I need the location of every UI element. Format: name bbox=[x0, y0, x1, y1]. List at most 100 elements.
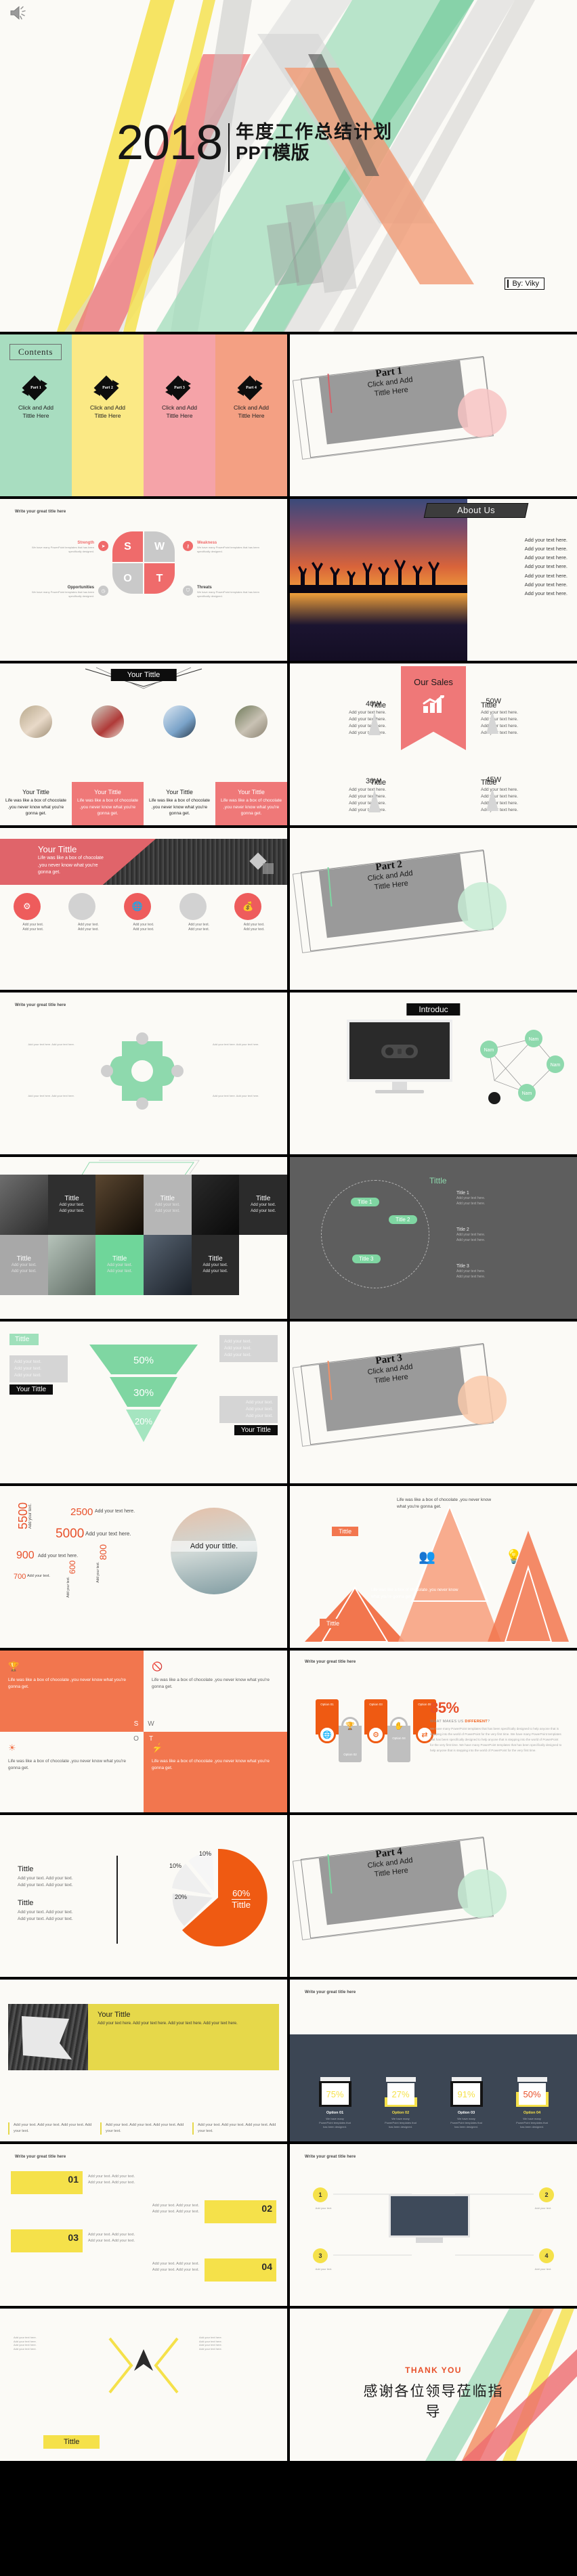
numbered-row[interactable]: 04 Add your text. Add your text. Add you… bbox=[11, 2258, 276, 2282]
camera-text-cell[interactable]: Tittle Add your text. Add your text. bbox=[143, 1175, 192, 1235]
gear-icon: ⚙ bbox=[13, 893, 41, 920]
people-card-body: Life was like a box of chocolate ,you ne… bbox=[5, 798, 66, 816]
monitor-base bbox=[375, 1090, 424, 1093]
numbered-row[interactable]: 02 Add your text. Add your text. Add you… bbox=[11, 2200, 276, 2223]
people-card[interactable]: Your Tittle Life was like a box of choco… bbox=[215, 781, 287, 825]
people-card-title: Your Tittle bbox=[238, 788, 265, 795]
dark-item-body: Add your text here. Add your text here. bbox=[456, 1196, 486, 1206]
slide-our-sales[interactable]: Our Sales Tittle Add your text here. Add… bbox=[290, 663, 577, 825]
slide-cover[interactable]: 2018 年度工作总结计划 PPT模版 By: Viky bbox=[0, 0, 577, 332]
dark-pill-2[interactable]: Title 2 bbox=[389, 1215, 417, 1224]
slide-divider-part4[interactable]: Part 4 Click and Add Tittle Here bbox=[290, 1815, 577, 1977]
camera-text-cell[interactable]: Tittle Add your text. Add your text. bbox=[191, 1235, 240, 1295]
slide-people[interactable]: Your Tittle Your Tittle Life was like a … bbox=[0, 663, 287, 825]
process-node[interactable]: Add your text. Add your text. bbox=[179, 893, 219, 932]
people-card[interactable]: Your Tittle Life was like a box of choco… bbox=[72, 781, 144, 825]
slide-buckets[interactable]: Write your great title here 75% Option 0… bbox=[290, 1980, 577, 2141]
numbered-row[interactable]: 03 Add your text. Add your text. Add you… bbox=[11, 2229, 276, 2252]
orange-quad-body: Life was like a box of chocolate ,you ne… bbox=[8, 1758, 126, 1770]
slide-divider-part1[interactable]: Part 1 Click and Add Tittle Here bbox=[290, 334, 577, 496]
slide-imac-network[interactable]: Write your great title here 1 2 3 4 Add … bbox=[290, 2144, 577, 2306]
slide-orange-quad[interactable]: 🏆 Life was like a box of chocolate ,you … bbox=[0, 1651, 287, 1812]
camera-text-cell[interactable]: Tittle Add your text. Add your text. bbox=[0, 1235, 48, 1295]
slide-contents[interactable]: Part 1 Click and Add Tittle Here Part 2 … bbox=[0, 334, 287, 496]
slide-pie-chart[interactable]: Tittle Add your text. Add your text. Add… bbox=[0, 1815, 287, 1977]
slide-wood-yellow[interactable]: Your Tittle Add your text here. Add your… bbox=[0, 1980, 287, 2141]
forbidden-icon: 🚫 bbox=[152, 1661, 163, 1672]
network-node-2[interactable]: 2 bbox=[539, 2187, 554, 2202]
slide-process[interactable]: Your Tittle Life was like a box of choco… bbox=[0, 828, 287, 990]
process-node[interactable]: Add your text. Add your text. bbox=[68, 893, 108, 932]
slide-thank-you[interactable]: THANK YOU 感谢各位领导莅临指导 bbox=[290, 2309, 577, 2461]
process-node[interactable]: 💰 Add your text. Add your text. bbox=[234, 893, 274, 932]
chevron-caption-left: Add your text here. Add your text here. Ad… bbox=[14, 2336, 37, 2351]
camera-text-cell[interactable]: Tittle Add your text. Add your text. bbox=[239, 1175, 287, 1235]
slide-about-us[interactable]: About Us Add your text here. Add your te… bbox=[290, 499, 577, 661]
process-node[interactable]: 🌐 Add your text. Add your text. bbox=[123, 893, 163, 932]
slide-divider-part3[interactable]: Part 3 Click and Add Tittle Here bbox=[290, 1322, 577, 1483]
camera-text-cell[interactable]: Tittle Add your text. Add your text. bbox=[47, 1175, 96, 1235]
funnel-left-tag: Your Tittle bbox=[9, 1384, 54, 1395]
contents-col-2[interactable]: Part 2 Click and Add Tittle Here bbox=[72, 334, 144, 496]
orange-quad-cell-3[interactable]: ☀ Life was like a box of chocolate ,you … bbox=[0, 1731, 144, 1812]
slide-funnel[interactable]: Tittle 50% 30% 20% Add your text. Add yo… bbox=[0, 1322, 287, 1483]
swot-body: We have many PowerPoint templates that h… bbox=[32, 546, 94, 553]
contents-col-3[interactable]: Part 3 Click and Add Tittle Here bbox=[144, 334, 215, 496]
bucket-item[interactable]: 27% Option 02 We have many PowerPoint te… bbox=[384, 2077, 417, 2129]
option-ribbon-4[interactable]: ✋ Option 04 bbox=[387, 1717, 410, 1762]
pie-vertical-rule bbox=[116, 1856, 118, 1944]
option-ribbon-2[interactable]: 🏆 Option 02 bbox=[339, 1717, 362, 1762]
swot-item-weakness: ⚷ Weakness We have many PowerPoint templ… bbox=[183, 541, 270, 553]
slide-yellow-chevrons[interactable]: Add your text here. Add your text here. Ad… bbox=[0, 2309, 287, 2461]
bucket-item[interactable]: 50% Option 04 We have many PowerPoint te… bbox=[515, 2077, 549, 2129]
about-line: Add your text here. bbox=[524, 590, 568, 596]
pie-block-body: Add your text. Add your text. Add your t… bbox=[18, 1876, 73, 1888]
contents-col-4[interactable]: Part 4 Click and Add Tittle Here bbox=[215, 334, 287, 496]
orange-quad-cell-4[interactable]: ⚡ Life was like a box of chocolate ,you … bbox=[144, 1731, 287, 1812]
numbered-box: 01 bbox=[11, 2171, 83, 2194]
orange-quad-cell-1[interactable]: 🏆 Life was like a box of chocolate ,you … bbox=[0, 1651, 144, 1732]
process-node[interactable]: ⚙ Add your text. Add your text. bbox=[13, 893, 53, 932]
people-card-title: Your Tittle bbox=[22, 788, 49, 795]
funnel-right-bottom-body: Add your text. Add your text. Add your t… bbox=[219, 1396, 278, 1424]
slide-divider-part2[interactable]: Part 2 Click and Add Tittle Here bbox=[290, 828, 577, 990]
blank-circle-icon bbox=[179, 893, 207, 920]
slide-orange-triangles[interactable]: Tittle Tittle Life was like a box of cho… bbox=[290, 1486, 577, 1648]
about-line: Add your text here. bbox=[524, 554, 568, 561]
camera-text-cell[interactable]: Tittle Add your text. Add your text. bbox=[95, 1235, 144, 1295]
dark-pill-3[interactable]: Title 3 bbox=[352, 1254, 381, 1263]
option-ribbon-1[interactable]: Option 01 🌐 bbox=[316, 1699, 339, 1743]
numbered-index: 02 bbox=[261, 2203, 272, 2214]
network-node-1[interactable]: 1 bbox=[313, 2187, 328, 2202]
slide-camera-grid[interactable]: Tittle Add your text. Add your text. Tit… bbox=[0, 1157, 287, 1319]
swot-name: Weakness bbox=[197, 541, 217, 545]
network-node-3[interactable]: 3 bbox=[313, 2248, 328, 2263]
numbered-row[interactable]: 01 Add your text. Add your text. Add you… bbox=[11, 2171, 276, 2194]
bucket-item[interactable]: 75% Option 01 We have many PowerPoint te… bbox=[318, 2077, 351, 2129]
slide-dark-circle[interactable]: Title 1 Title 2 Title 3 Tittle Title 1 A… bbox=[290, 1157, 577, 1319]
option-ribbon-3[interactable]: Option 03 ⚙ bbox=[364, 1699, 387, 1743]
orange-quad-cell-2[interactable]: 🚫 Life was like a box of chocolate ,you … bbox=[144, 1651, 287, 1732]
network-node-4[interactable]: 4 bbox=[539, 2248, 554, 2263]
slide-swot[interactable]: Write your great title here S W O T ➤ St… bbox=[0, 499, 287, 661]
slide-options-85[interactable]: Write your great title here Option 01 🌐 … bbox=[290, 1651, 577, 1812]
slide-introduc[interactable]: Introduc Nam Nam Nam Nam bbox=[290, 992, 577, 1154]
slide-numbered-list[interactable]: Write your great title here 01 Add your … bbox=[0, 2144, 287, 2306]
about-line: Add your text here. bbox=[524, 572, 568, 579]
people-card[interactable]: Your Tittle Life was like a box of choco… bbox=[0, 781, 72, 825]
arrow-diamond-icon: Part 3 bbox=[164, 375, 195, 401]
imac-mockup bbox=[389, 2194, 470, 2243]
slide-green-cross[interactable]: Write your great title here Add your tex… bbox=[0, 992, 287, 1154]
swot-body: We have many PowerPoint templates that h… bbox=[197, 590, 259, 598]
bucket-label: Option 02 bbox=[391, 2111, 410, 2115]
money-text: Add your text. bbox=[28, 1504, 33, 1529]
pie-label-20: 20% bbox=[174, 1894, 187, 1900]
percent-body: We have many PowerPoint templates that h… bbox=[430, 1727, 562, 1752]
bucket-label: Option 01 bbox=[326, 2111, 344, 2115]
contents-click-add: Click and Add bbox=[18, 404, 54, 411]
bucket-item[interactable]: 91% Option 03 We have many PowerPoint te… bbox=[450, 2077, 483, 2129]
slide-money-numbers[interactable]: 5500 Add your text. 2500 Add your text h… bbox=[0, 1486, 287, 1648]
key-icon: ⚷ bbox=[183, 541, 193, 551]
dark-pill-1[interactable]: Title 1 bbox=[351, 1198, 379, 1206]
people-card[interactable]: Your Tittle Life was like a box of choco… bbox=[144, 781, 215, 825]
